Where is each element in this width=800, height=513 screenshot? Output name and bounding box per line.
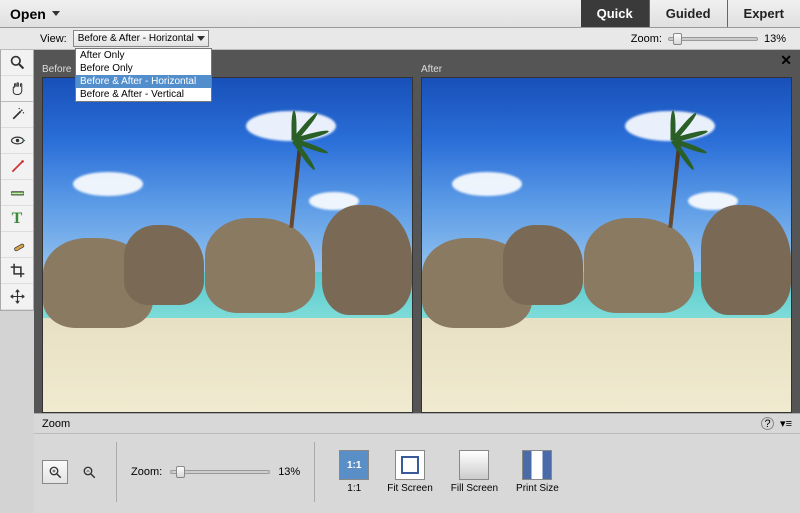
view-option-horizontal[interactable]: Before & After - Horizontal [76, 75, 211, 88]
zoom-out-button[interactable] [76, 460, 102, 484]
view-dropdown[interactable]: Before & After - Horizontal [73, 30, 209, 47]
view-option-after-only[interactable]: After Only [76, 49, 211, 62]
spot-healing-tool[interactable] [1, 232, 33, 258]
view-dropdown-list: After Only Before Only Before & After - … [75, 48, 212, 102]
slider-thumb[interactable] [176, 466, 185, 478]
print-size-icon [522, 450, 552, 480]
after-canvas[interactable] [421, 77, 792, 413]
zoom-value-bottom: 13% [278, 466, 300, 478]
fit-screen[interactable]: Fit Screen [387, 450, 433, 494]
zoom-value-top: 13% [764, 33, 786, 45]
zoom-label-bottom: Zoom: [131, 466, 162, 478]
canvas-row: Before [34, 64, 800, 413]
slider-thumb[interactable] [673, 33, 682, 45]
view-label: View: [40, 33, 67, 45]
open-menu[interactable]: Open [0, 6, 68, 22]
view-option-before-only[interactable]: Before Only [76, 62, 211, 75]
bottom-panel-title: Zoom [42, 418, 70, 430]
print-size[interactable]: Print Size [516, 450, 559, 494]
before-canvas[interactable] [42, 77, 413, 413]
hand-tool[interactable] [1, 76, 33, 102]
move-tool[interactable] [1, 284, 33, 310]
workspace: ✕ Before [34, 50, 800, 413]
chevron-down-icon [52, 11, 60, 16]
help-icon[interactable]: ? [761, 417, 774, 430]
view-dropdown-value: Before & After - Horizontal [78, 33, 194, 44]
fit-screen-label: Fit Screen [387, 483, 433, 494]
fill-screen[interactable]: Fill Screen [451, 450, 498, 494]
magic-wand-tool[interactable] [1, 102, 33, 128]
fit-group: 1:1 1:1 Fit Screen Fill Screen Print Siz… [339, 450, 559, 494]
close-icon[interactable]: ✕ [780, 52, 792, 69]
bottom-panel-body: Zoom: 13% 1:1 1:1 Fit Screen Fill Screen… [34, 434, 800, 510]
zoom-slider-bottom[interactable] [170, 470, 270, 474]
zoom-label-top: Zoom: [631, 33, 662, 45]
zoom-in-button[interactable] [42, 460, 68, 484]
after-image [422, 78, 791, 412]
divider [116, 442, 117, 502]
open-label: Open [10, 6, 46, 22]
zoom-tool[interactable] [1, 50, 33, 76]
crop-tool[interactable] [1, 258, 33, 284]
fit-screen-icon [395, 450, 425, 480]
one-to-one-icon: 1:1 [339, 450, 369, 480]
text-tool[interactable]: T [1, 206, 33, 232]
bottom-panel-header: Zoom ? ▾≡ [34, 414, 800, 434]
chevron-down-icon [197, 36, 205, 41]
whiten-teeth-tool[interactable] [1, 180, 33, 206]
after-label: After [421, 64, 792, 75]
after-pane: After [421, 64, 792, 413]
fill-screen-label: Fill Screen [451, 483, 498, 494]
fit-one-label: 1:1 [347, 483, 361, 494]
tab-expert[interactable]: Expert [728, 0, 800, 27]
mode-tabs: Quick Guided Expert [581, 0, 800, 27]
before-pane: Before [42, 64, 413, 413]
top-bar: Open Quick Guided Expert [0, 0, 800, 28]
bottom-panel: Zoom ? ▾≡ Zoom: 13% 1:1 1:1 Fit Screen F… [34, 413, 800, 513]
view-option-vertical[interactable]: Before & After - Vertical [76, 88, 211, 101]
eye-tool[interactable] [1, 128, 33, 154]
divider [314, 442, 315, 502]
options-bar: View: Before & After - Horizontal After … [0, 28, 800, 50]
red-eye-tool[interactable] [1, 154, 33, 180]
fill-screen-icon [459, 450, 489, 480]
print-size-label: Print Size [516, 483, 559, 494]
toolbox: T [0, 50, 34, 311]
zoom-slider-top[interactable] [668, 37, 758, 41]
tab-quick[interactable]: Quick [581, 0, 650, 27]
before-image [43, 78, 412, 412]
panel-menu-icon[interactable]: ▾≡ [780, 417, 792, 430]
tab-guided[interactable]: Guided [650, 0, 728, 27]
fit-one-to-one[interactable]: 1:1 1:1 [339, 450, 369, 494]
